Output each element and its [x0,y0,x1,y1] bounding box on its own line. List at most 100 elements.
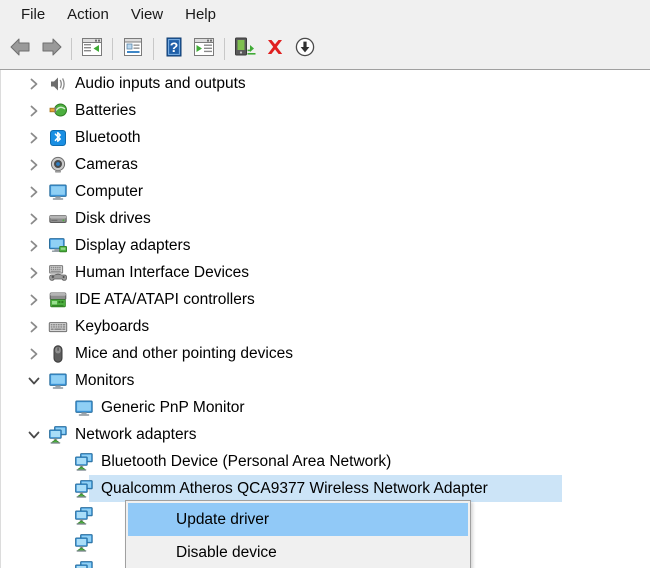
context-menu-item-update-driver[interactable]: Update driver [128,503,468,536]
network-adapter-icon [73,505,95,527]
tree-item-label: Human Interface Devices [75,264,250,281]
device-tree[interactable]: Audio inputs and outputs Batteries Bluet… [0,70,650,568]
back-arrow-icon [9,36,33,63]
computer-icon [47,181,69,203]
chevron-right-icon[interactable] [21,97,47,124]
tree-item-display-adapters[interactable]: Display adapters [1,232,650,259]
help-button[interactable]: ? [159,34,189,64]
chevron-down-icon[interactable] [21,367,47,394]
keyboard-icon [47,316,69,338]
toolbar: ? [0,29,650,70]
scan-for-hardware-changes-button[interactable] [230,34,260,64]
monitor-icon [47,370,69,392]
show-hide-console-tree-button[interactable] [77,34,107,64]
update-driver-button[interactable] [290,34,320,64]
camera-icon [47,154,69,176]
menu-file[interactable]: File [10,4,56,26]
uninstall-device-button[interactable] [260,34,290,64]
forward-button[interactable] [36,34,66,64]
hid-icon [47,262,69,284]
context-menu-item-label: Disable device [176,543,277,561]
tree-item-audio-inputs-and-outputs[interactable]: Audio inputs and outputs [1,70,650,97]
tree-item-label: Disk drives [75,210,151,227]
chevron-right-icon[interactable] [21,178,47,205]
tree-item-network-adapters[interactable]: Network adapters [1,421,650,448]
disk-drive-icon [47,208,69,230]
battery-icon [47,100,69,122]
chevron-right-icon[interactable] [21,151,47,178]
tree-item-human-interface-devices[interactable]: Human Interface Devices [1,259,650,286]
chevron-right-icon[interactable] [21,259,47,286]
show-hide-action-pane-icon [192,36,216,63]
monitor-icon [73,397,95,419]
toolbar-separator [112,38,113,60]
svg-text:?: ? [170,39,179,55]
network-adapter-icon [73,559,95,568]
forward-arrow-icon [39,36,63,63]
context-menu-item-label: Update driver [176,510,270,528]
menu-bar: File Action View Help [0,0,650,29]
tree-item-label: IDE ATA/ATAPI controllers [75,291,255,308]
tree-item-batteries[interactable]: Batteries [1,97,650,124]
chevron-right-icon[interactable] [21,124,47,151]
toolbar-separator [153,38,154,60]
tree-item-label: Cameras [75,156,138,173]
chevron-down-icon[interactable] [21,421,47,448]
network-adapter-icon [73,532,95,554]
uninstall-device-icon [263,36,287,63]
chevron-right-icon[interactable] [21,70,47,97]
tree-item-label: Monitors [75,372,135,389]
tree-item-label: Batteries [75,102,137,119]
chevron-right-icon[interactable] [21,232,47,259]
show-hide-console-tree-icon [80,36,104,63]
menu-action[interactable]: Action [56,4,120,26]
tree-item-cameras[interactable]: Cameras [1,151,650,178]
tree-item-label: Bluetooth Device (Personal Area Network) [101,453,392,470]
chevron-right-icon[interactable] [21,340,47,367]
tree-item-generic-pnp-monitor[interactable]: Generic PnP Monitor [1,394,650,421]
tree-item-mice-and-other-pointing-devices[interactable]: Mice and other pointing devices [1,340,650,367]
tree-item-label: Network adapters [75,426,197,443]
tree-item-label: Keyboards [75,318,150,335]
mouse-icon [47,343,69,365]
tree-item-monitors[interactable]: Monitors [1,367,650,394]
device-manager-window: File Action View Help ? Audio inputs and… [0,0,650,568]
tree-item-computer[interactable]: Computer [1,178,650,205]
tree-item-label: Audio inputs and outputs [75,75,246,92]
back-button[interactable] [6,34,36,64]
chevron-right-icon[interactable] [21,286,47,313]
tree-item-disk-drives[interactable]: Disk drives [1,205,650,232]
tree-item-label: Generic PnP Monitor [101,399,245,416]
chevron-right-icon[interactable] [21,205,47,232]
menu-view[interactable]: View [120,4,174,26]
tree-item-label: Bluetooth [75,129,141,146]
show-hide-action-pane-button[interactable] [189,34,219,64]
tree-item-label: Mice and other pointing devices [75,345,293,362]
tree-item-label: Display adapters [75,237,191,254]
tree-item-qualcomm-atheros-qca9377-wireless-network-adapter[interactable]: Qualcomm Atheros QCA9377 Wireless Networ… [1,475,650,502]
scan-for-hardware-changes-icon [232,36,258,63]
context-menu: Update driver Disable device [125,500,471,568]
tree-item-keyboards[interactable]: Keyboards [1,313,650,340]
properties-button[interactable] [118,34,148,64]
bluetooth-icon [47,127,69,149]
toolbar-separator [224,38,225,60]
tree-item-label: Qualcomm Atheros QCA9377 Wireless Networ… [101,480,488,497]
ide-controller-icon [47,289,69,311]
display-adapter-icon [47,235,69,257]
tree-item-ide-ata-atapi-controllers[interactable]: IDE ATA/ATAPI controllers [1,286,650,313]
tree-item-bluetooth[interactable]: Bluetooth [1,124,650,151]
tree-item-label: Computer [75,183,144,200]
network-adapter-icon [73,478,95,500]
help-icon: ? [162,36,186,63]
context-menu-item-disable-device[interactable]: Disable device [128,536,468,568]
chevron-right-icon[interactable] [21,313,47,340]
menu-help[interactable]: Help [174,4,227,26]
network-adapter-icon [47,424,69,446]
network-adapter-icon [73,451,95,473]
speaker-icon [47,73,69,95]
tree-item-bluetooth-device-personal-area-network[interactable]: Bluetooth Device (Personal Area Network) [1,448,650,475]
toolbar-separator [71,38,72,60]
update-driver-icon [293,36,317,63]
properties-icon [121,36,145,63]
